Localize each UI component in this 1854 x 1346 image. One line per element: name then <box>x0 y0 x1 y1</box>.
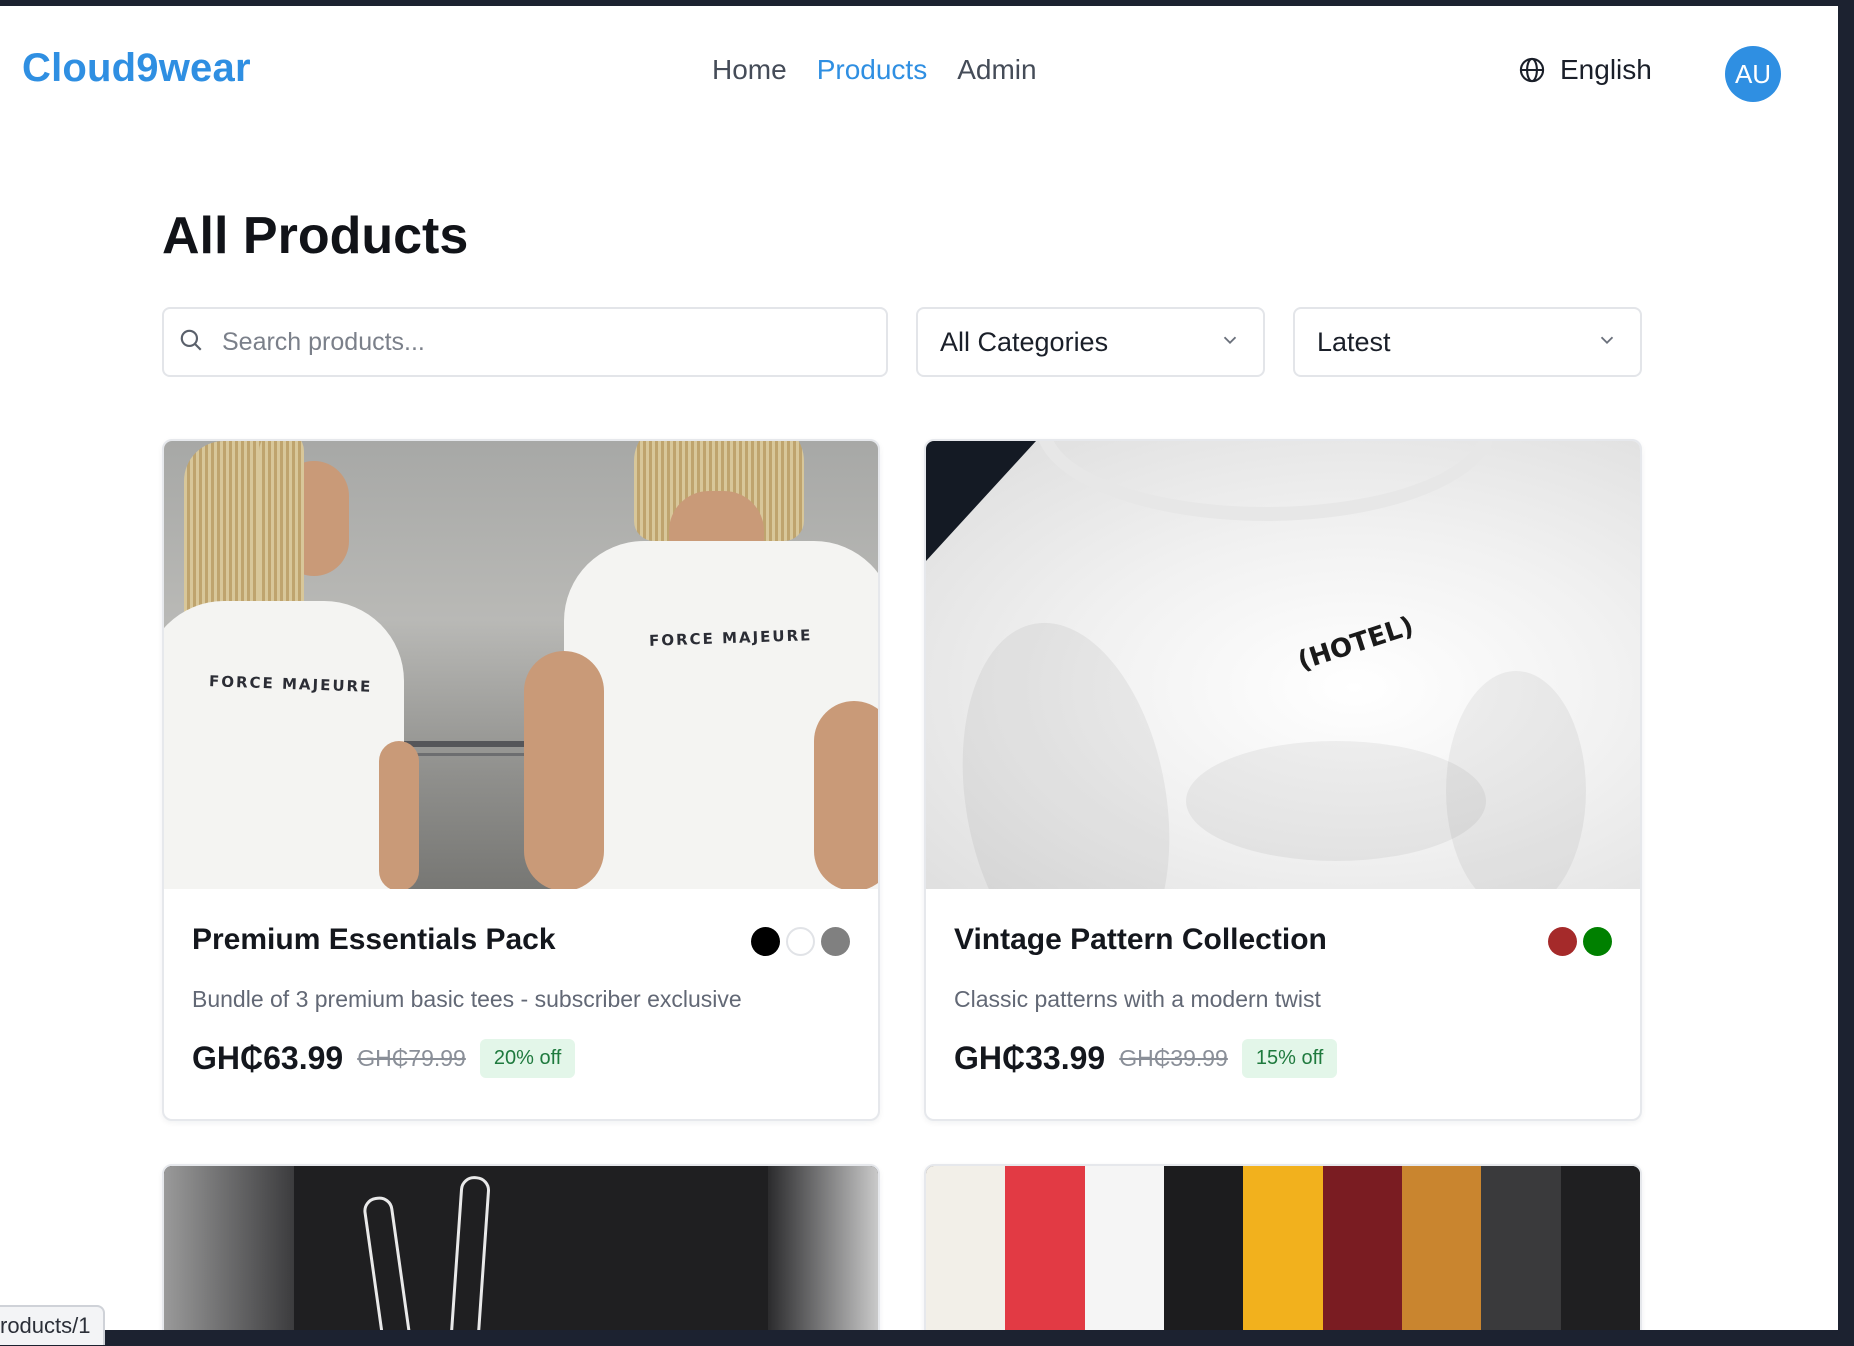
user-avatar[interactable]: AU <box>1725 46 1781 102</box>
product-image[interactable]: FORCE MAJEURE FORCE MAJEURE <box>164 441 878 889</box>
price-row: GH₵33.99 GH₵39.99 15% off <box>954 1039 1338 1078</box>
discount-badge: 15% off <box>1241 1039 1338 1078</box>
chevron-down-icon <box>1596 327 1618 358</box>
product-price: GH₵63.99 <box>192 1040 344 1076</box>
globe-icon <box>1518 56 1546 84</box>
product-card[interactable]: (HOTEL) Vintage Pattern Collection Class… <box>924 439 1642 1121</box>
product-image[interactable] <box>164 1166 878 1330</box>
product-name[interactable]: Vintage Pattern Collection <box>954 923 1327 957</box>
color-swatches <box>1548 927 1612 956</box>
product-card[interactable] <box>924 1164 1642 1330</box>
color-swatch-green[interactable] <box>1583 927 1612 956</box>
nav-link-home[interactable]: Home <box>712 54 787 86</box>
product-image[interactable]: (HOTEL) <box>926 441 1640 889</box>
search-input[interactable] <box>222 327 862 357</box>
search-box[interactable] <box>162 307 888 377</box>
product-name[interactable]: Premium Essentials Pack <box>192 923 556 957</box>
chevron-down-icon <box>1219 327 1241 358</box>
search-icon <box>178 327 204 358</box>
main-nav: Home Products Admin <box>712 54 1037 86</box>
nav-link-products[interactable]: Products <box>817 54 928 86</box>
category-select-value: All Categories <box>940 326 1109 357</box>
product-card[interactable] <box>162 1164 880 1330</box>
discount-badge: 20% off <box>479 1039 576 1078</box>
category-select[interactable]: All Categories <box>916 307 1265 377</box>
page-title: All Products <box>162 207 469 265</box>
color-swatch-white[interactable] <box>786 927 815 956</box>
color-swatches <box>751 927 850 956</box>
language-label: English <box>1560 54 1652 85</box>
status-bar-url: roducts/1 <box>0 1305 105 1345</box>
price-row: GH₵63.99 GH₵79.99 20% off <box>192 1039 576 1078</box>
product-card[interactable]: FORCE MAJEURE FORCE MAJEURE Premium Esse… <box>162 439 880 1121</box>
color-swatch-gray[interactable] <box>821 927 850 956</box>
product-image-text: (HOTEL) <box>1294 611 1418 677</box>
product-original-price: GH₵39.99 <box>1119 1045 1228 1071</box>
top-navbar: Cloud9wear Home Products Admin English A… <box>0 6 1838 136</box>
product-original-price: GH₵79.99 <box>357 1045 466 1071</box>
brand-logo[interactable]: Cloud9wear <box>22 46 251 91</box>
color-swatch-black[interactable] <box>751 927 780 956</box>
product-description: Classic patterns with a modern twist <box>954 986 1321 1012</box>
nav-link-admin[interactable]: Admin <box>957 54 1036 86</box>
product-image[interactable] <box>926 1166 1640 1330</box>
product-description: Bundle of 3 premium basic tees - subscri… <box>192 986 742 1012</box>
browser-viewport: Cloud9wear Home Products Admin English A… <box>0 6 1838 1330</box>
color-swatch-brown[interactable] <box>1548 927 1577 956</box>
sort-select-value: Latest <box>1317 326 1391 357</box>
product-price: GH₵33.99 <box>954 1040 1106 1076</box>
language-selector[interactable]: English <box>1518 54 1652 86</box>
sort-select[interactable]: Latest <box>1293 307 1642 377</box>
